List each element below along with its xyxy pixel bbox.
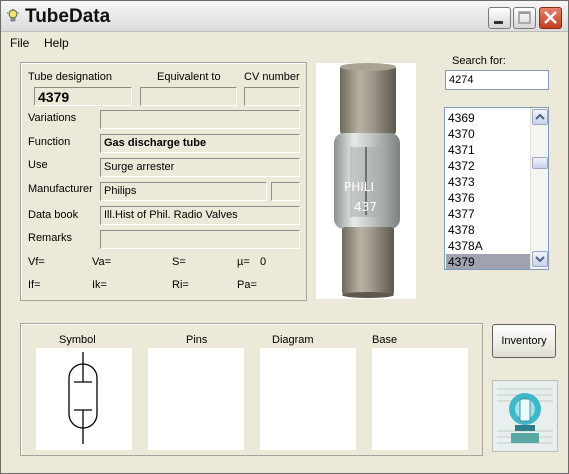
tube-photo: PHILI 437 [316, 63, 416, 299]
param-vf: Vf= [28, 256, 45, 268]
scroll-up-icon [535, 113, 545, 120]
list-item[interactable]: 4377 [446, 206, 531, 222]
tube-logo-icon [492, 380, 558, 452]
window-title: TubeData [25, 6, 111, 27]
cv-label: CV number [244, 71, 300, 83]
search-label: Search for: [452, 55, 506, 67]
manufacturer-field[interactable]: Philips [100, 182, 267, 201]
gas-tube-symbol-icon [68, 352, 98, 444]
equivalent-label: Equivalent to [157, 71, 221, 83]
lightbulb-icon [7, 9, 19, 23]
maximize-button[interactable] [513, 7, 536, 29]
designation-field[interactable]: 4379 [34, 87, 132, 106]
minimize-button[interactable] [488, 7, 511, 29]
scroll-down-icon [535, 256, 545, 263]
list-item[interactable]: 4373 [446, 174, 531, 190]
param-va: Va= [92, 256, 112, 268]
param-ri: Ri= [172, 279, 189, 291]
list-item[interactable]: 4372 [446, 158, 531, 174]
remarks-field[interactable] [100, 230, 300, 249]
param-ik: Ik= [92, 279, 107, 291]
base-panel [372, 348, 468, 450]
menu-bar: File Help [1, 33, 568, 53]
list-item[interactable]: 4371 [446, 142, 531, 158]
manufacturer-code-field[interactable] [271, 182, 300, 201]
scroll-up-button[interactable] [532, 109, 548, 125]
menu-file[interactable]: File [10, 36, 29, 50]
remarks-label: Remarks [28, 232, 73, 244]
symbol-label: Symbol [59, 334, 96, 346]
list-item-selected[interactable]: 4379 [446, 254, 531, 269]
pins-label: Pins [186, 334, 208, 346]
cv-number-field[interactable] [244, 87, 300, 106]
pins-panel [148, 348, 244, 450]
list-scrollbar[interactable] [530, 108, 548, 269]
function-label: Function [28, 136, 71, 148]
param-s: S= [172, 256, 186, 268]
designation-label: Tube designation [28, 71, 112, 83]
diagram-label: Diagram [272, 334, 314, 346]
scroll-down-button[interactable] [532, 251, 548, 267]
param-mu: µ= [237, 256, 250, 268]
databook-field[interactable]: Ill.Hist of Phil. Radio Valves [100, 206, 300, 225]
function-field[interactable]: Gas discharge tube [100, 134, 300, 153]
param-mu-value: 0 [260, 256, 267, 268]
diagram-panel [260, 348, 356, 450]
title-bar[interactable]: TubeData [1, 1, 568, 32]
close-button[interactable] [539, 7, 562, 29]
variations-label: Variations [28, 112, 77, 124]
list-item[interactable]: 4370 [446, 126, 531, 142]
photo-print-1: PHILI [344, 180, 374, 194]
close-icon [544, 11, 557, 24]
list-item[interactable]: 4378A [446, 238, 531, 254]
photo-print-2: 437 [354, 200, 377, 214]
tube-list[interactable]: 4369 4370 4371 4372 4373 4376 4377 4378 … [444, 107, 549, 270]
list-item[interactable]: 4369 [446, 110, 531, 126]
param-if: If= [28, 279, 41, 291]
param-pa: Pa= [237, 279, 257, 291]
menu-help[interactable]: Help [44, 36, 69, 50]
symbol-panel [36, 348, 132, 450]
scroll-thumb[interactable] [532, 157, 548, 169]
inventory-button[interactable]: Inventory [492, 324, 556, 358]
variations-field[interactable] [100, 110, 300, 129]
base-label: Base [372, 334, 398, 346]
use-field[interactable]: Surge arrester [100, 158, 300, 177]
use-label: Use [28, 159, 48, 171]
list-item[interactable]: 4376 [446, 190, 531, 206]
databook-label: Data book [28, 209, 79, 221]
maximize-icon [518, 11, 531, 24]
app-window: TubeData File Help Tube designation Equi… [0, 0, 569, 474]
equivalent-field[interactable] [140, 87, 237, 106]
list-item[interactable]: 4378 [446, 222, 531, 238]
manufacturer-label: Manufacturer [28, 183, 93, 195]
minimize-icon [494, 21, 503, 24]
search-input[interactable] [445, 70, 549, 90]
